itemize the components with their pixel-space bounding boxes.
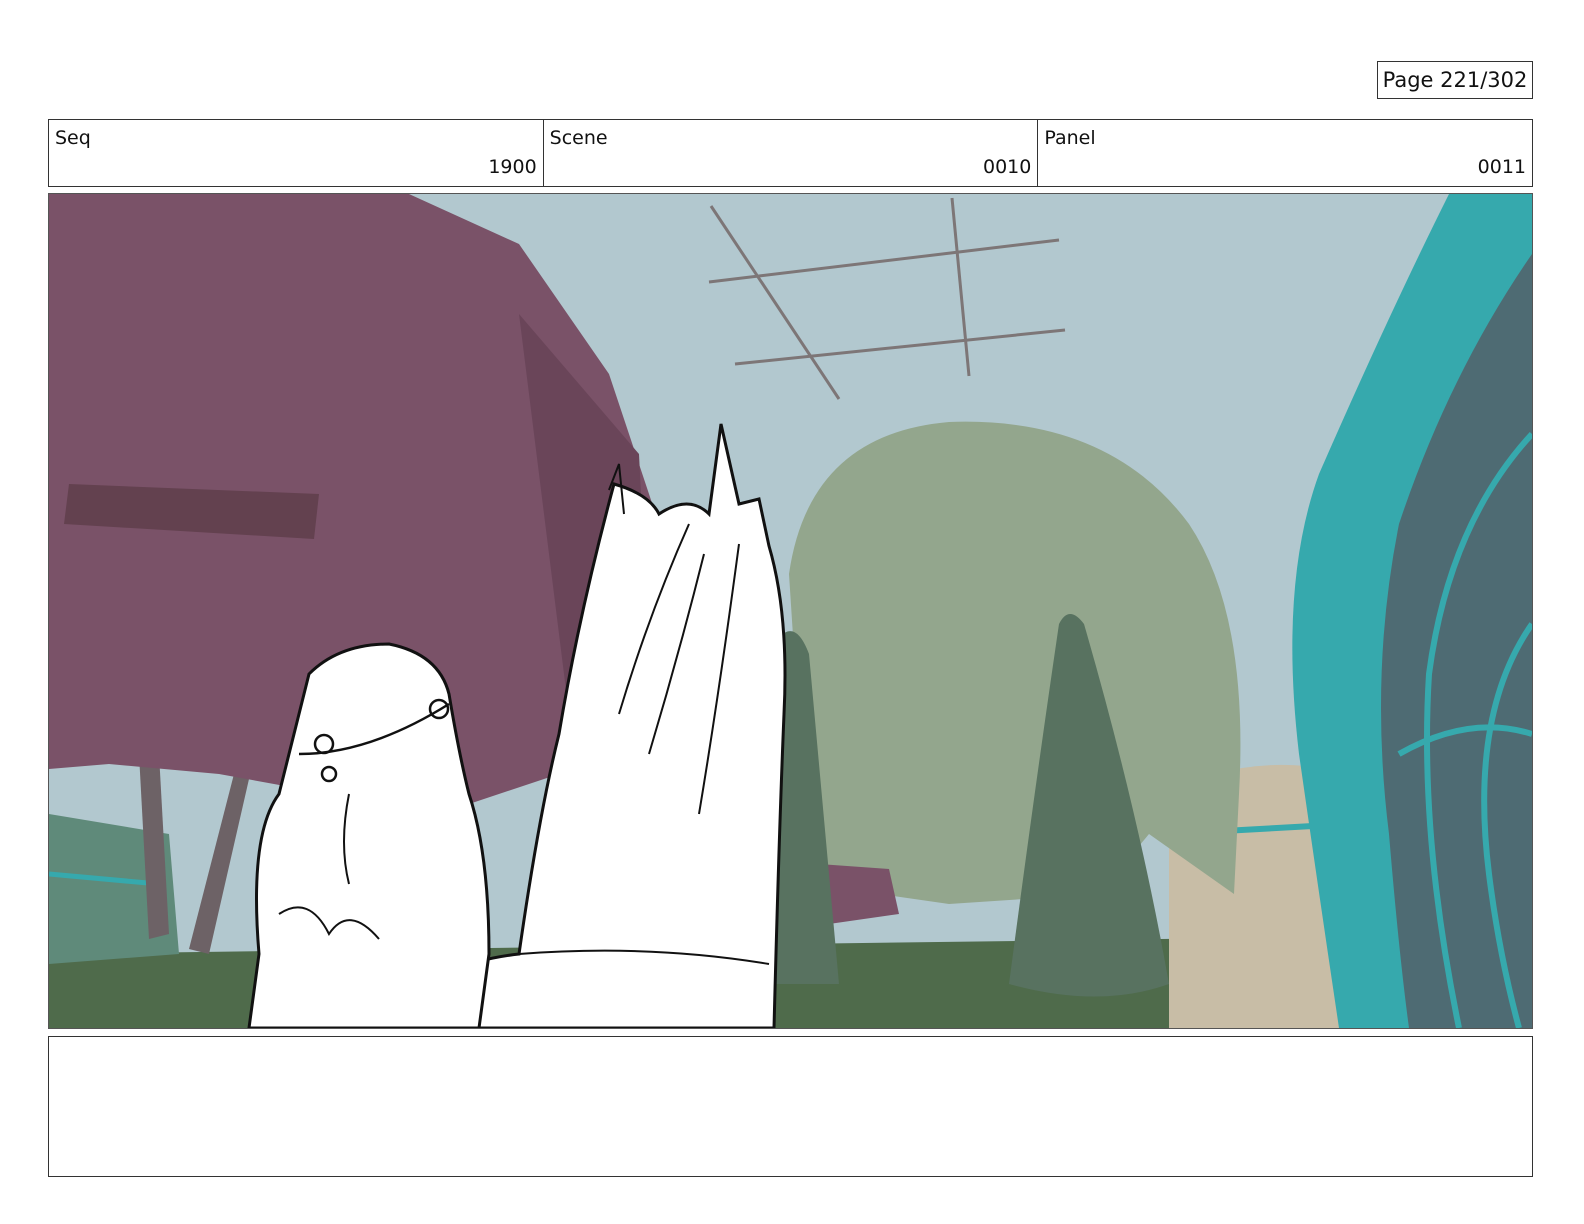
scene-cell: Scene 0010 <box>544 120 1039 186</box>
panel-cell: Panel 0011 <box>1038 120 1532 186</box>
scene-label: Scene <box>549 127 608 149</box>
panel-header: Seq 1900 Scene 0010 Panel 0011 <box>48 119 1533 187</box>
scene-value: 0010 <box>982 156 1032 178</box>
seq-value: 1900 <box>488 156 537 178</box>
storyboard-frame <box>48 193 1533 1029</box>
notes-box <box>48 1036 1533 1177</box>
panel-value: 0011 <box>1477 156 1527 178</box>
seq-label: Seq <box>55 127 91 149</box>
panel-label: Panel <box>1044 127 1096 149</box>
seq-cell: Seq 1900 <box>49 120 544 186</box>
storyboard-illustration <box>49 194 1532 1028</box>
page-number: Page 221/302 <box>1377 61 1533 99</box>
